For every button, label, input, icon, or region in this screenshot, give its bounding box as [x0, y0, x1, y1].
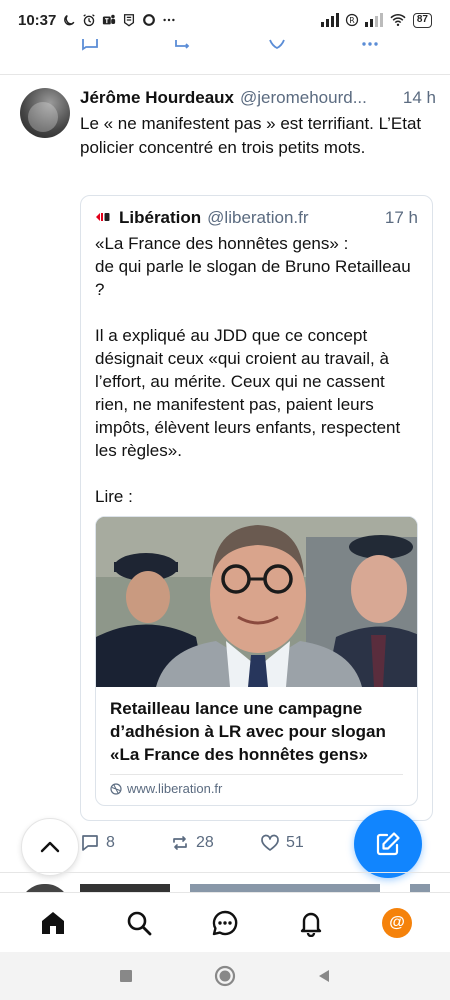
- like-button[interactable]: 51: [260, 833, 350, 853]
- quote-text: «La France des honnêtes gens» : de qui p…: [95, 234, 411, 506]
- avatar[interactable]: [20, 88, 70, 138]
- globe-icon: [110, 782, 122, 795]
- search-icon: [127, 911, 152, 935]
- post-text: Le « ne manifestent pas » est terrifiant…: [80, 114, 422, 157]
- post-body: Jérôme Hourdeaux @jeromehourd... 14 h Le…: [80, 88, 436, 160]
- reply-icon: [82, 835, 98, 851]
- article-photo: [96, 517, 417, 687]
- compose-icon: [376, 832, 400, 856]
- post-actions: 8 28 51: [80, 833, 380, 853]
- previous-post-actions: [80, 38, 380, 58]
- more-icon[interactable]: [360, 38, 380, 56]
- more-dots-icon: [163, 18, 175, 22]
- link-card-body: Retailleau lance une campagne d’adhésion…: [96, 687, 417, 805]
- repost-icon: [173, 836, 187, 850]
- status-time: 10:37: [18, 11, 57, 29]
- nav-home[interactable]: [33, 903, 73, 943]
- nav-search[interactable]: [119, 903, 159, 943]
- chat-icon: [212, 910, 238, 935]
- repost-button[interactable]: 28: [170, 833, 260, 853]
- reply-icon[interactable]: [80, 38, 100, 56]
- post-header: Jérôme Hourdeaux @jeromehourd... 14 h: [80, 88, 436, 108]
- system-nav-bar: [0, 952, 450, 1000]
- quote-time: 17 h: [384, 208, 418, 227]
- next-post-peek: [80, 884, 430, 892]
- link-card-url[interactable]: www.liberation.fr: [110, 781, 403, 796]
- compose-button[interactable]: [354, 810, 422, 878]
- post-divider: [0, 74, 450, 75]
- signal-icon: [364, 13, 383, 27]
- like-icon[interactable]: [267, 38, 287, 56]
- status-right-icons: R 87: [320, 12, 432, 28]
- quote-header: Libération @liberation.fr 17 h: [95, 208, 418, 228]
- link-card-title: Retailleau lance une campagne d’adhésion…: [110, 699, 386, 764]
- heart-icon: [261, 834, 279, 851]
- link-card-divider: [110, 774, 403, 775]
- nav-notifications[interactable]: [291, 903, 331, 943]
- link-card-image: [96, 517, 417, 687]
- home-button[interactable]: [214, 965, 236, 987]
- bell-icon: [300, 912, 322, 937]
- svg-text:R: R: [349, 16, 355, 25]
- recents-button[interactable]: [118, 968, 134, 984]
- nav-profile[interactable]: @: [377, 903, 417, 943]
- profile-avatar: @: [382, 907, 412, 938]
- circle-app-icon: [143, 14, 156, 26]
- author-handle[interactable]: @jeromehourd...: [240, 88, 367, 108]
- like-count: 51: [286, 834, 304, 851]
- scroll-to-top-button[interactable]: [21, 818, 79, 876]
- nav-chat[interactable]: [205, 903, 245, 943]
- r-icon: R: [345, 13, 359, 27]
- post-divider: [0, 872, 450, 873]
- moon-icon: [64, 15, 75, 26]
- post-time: 14 h: [402, 88, 436, 107]
- alarm-icon: [83, 14, 96, 27]
- back-button[interactable]: [316, 968, 332, 984]
- wifi-icon: [390, 14, 406, 27]
- signal-icon: [320, 13, 339, 27]
- link-card-domain: www.liberation.fr: [127, 781, 223, 796]
- app-icon: [124, 14, 135, 27]
- link-card[interactable]: Retailleau lance une campagne d’adhésion…: [95, 516, 418, 806]
- quote-author-name[interactable]: Libération: [119, 208, 201, 228]
- reply-button[interactable]: 8: [80, 833, 170, 853]
- liberation-logo-icon: [95, 210, 111, 224]
- author-name[interactable]: Jérôme Hourdeaux: [80, 88, 234, 108]
- repost-icon[interactable]: [173, 38, 193, 56]
- teams-icon: [103, 14, 116, 25]
- home-icon: [42, 911, 64, 934]
- status-left-icons: [62, 13, 176, 27]
- repost-count: 28: [196, 834, 214, 851]
- battery-icon: 87: [412, 12, 432, 28]
- reply-count: 8: [106, 834, 115, 851]
- bottom-nav: @: [0, 892, 450, 952]
- quoted-post[interactable]: Libération @liberation.fr 17 h «La Franc…: [80, 195, 433, 821]
- chevron-up-icon: [40, 841, 60, 853]
- quote-author-handle[interactable]: @liberation.fr: [207, 208, 308, 228]
- status-bar: 10:37 R 87: [0, 0, 450, 40]
